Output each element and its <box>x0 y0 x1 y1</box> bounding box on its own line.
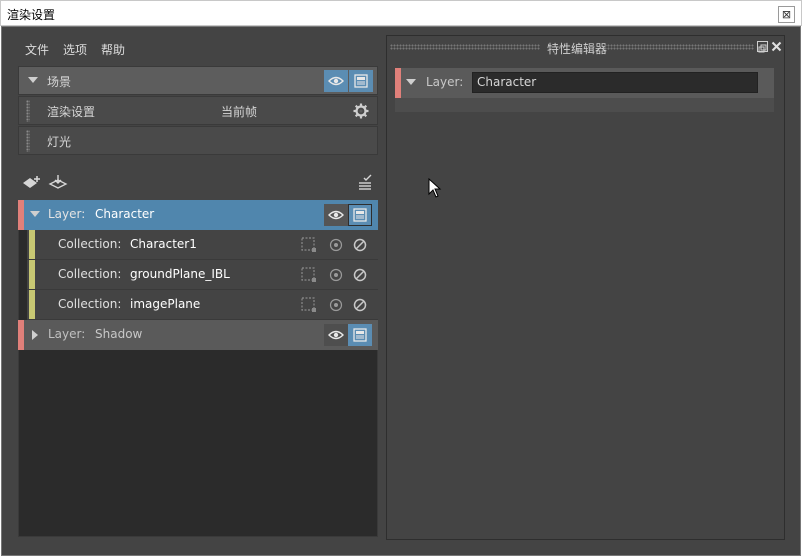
import-layer-button[interactable] <box>48 174 68 192</box>
layer-visibility-toggle[interactable] <box>324 204 348 226</box>
scene-label: 场景 <box>47 75 72 89</box>
scene-visibility-toggle[interactable] <box>324 70 348 92</box>
collection-isolate-toggle[interactable] <box>297 264 321 286</box>
collection-prefix: Collection: <box>58 237 122 251</box>
layer-renderable-toggle[interactable] <box>348 324 372 346</box>
attribute-editor-title: 特性编辑器 <box>543 40 612 57</box>
close-icon: ⊠ <box>781 8 792 21</box>
collection-enable-toggle[interactable] <box>324 294 348 316</box>
float-panel-button[interactable] <box>757 41 768 53</box>
clapper-icon <box>353 208 367 222</box>
collection-isolate-toggle[interactable] <box>297 294 321 316</box>
close-icon <box>771 41 782 52</box>
collection-row[interactable]: Collection: imagePlane <box>27 290 378 320</box>
chevron-down-icon[interactable] <box>28 77 38 83</box>
isolate-icon <box>301 237 316 252</box>
window-title: 渲染设置 <box>7 8 56 22</box>
lights-row[interactable]: 灯光 <box>18 126 378 155</box>
collection-disable-toggle[interactable] <box>348 234 372 256</box>
collection-row[interactable]: Collection: Character1 <box>27 230 378 260</box>
panel-grip-left[interactable] <box>390 44 540 50</box>
layer-renderable-toggle[interactable] <box>348 204 372 226</box>
lights-label: 灯光 <box>47 135 72 149</box>
chevron-down-icon[interactable] <box>406 79 416 85</box>
close-panel-button[interactable] <box>771 41 782 52</box>
import-icon <box>48 175 68 189</box>
cursor-icon <box>428 177 442 198</box>
collection-color-marker <box>29 230 35 259</box>
float-icon <box>758 44 767 53</box>
layer-visibility-toggle[interactable] <box>324 324 348 346</box>
layer-prefix: Layer: <box>48 327 86 341</box>
collection-isolate-toggle[interactable] <box>297 234 321 256</box>
layer-prefix: Layer: <box>48 207 86 221</box>
window-close-button[interactable]: ⊠ <box>778 6 795 23</box>
render-settings-value: 当前帧 <box>221 105 258 119</box>
collection-disable-toggle[interactable] <box>348 294 372 316</box>
menu-file[interactable]: 文件 <box>25 41 49 57</box>
clapper-icon <box>354 74 368 88</box>
drag-handle-icon[interactable] <box>26 100 30 122</box>
layer-color-marker <box>18 320 24 350</box>
collection-name: groundPlane_IBL <box>130 267 230 281</box>
collection-enable-toggle[interactable] <box>324 234 348 256</box>
collection-prefix: Collection: <box>58 297 122 311</box>
isolate-icon <box>301 267 316 282</box>
menu-help[interactable]: 帮助 <box>101 41 125 57</box>
menu-options[interactable]: 选项 <box>63 41 87 57</box>
create-layer-button[interactable] <box>22 174 42 192</box>
collection-color-marker <box>29 260 35 289</box>
attribute-row-divider <box>395 98 774 112</box>
collection-enable-toggle[interactable] <box>324 264 348 286</box>
layer-row-shadow[interactable]: Layer: Shadow <box>18 320 378 350</box>
collection-disable-toggle[interactable] <box>348 264 372 286</box>
render-settings-label: 渲染设置 <box>47 105 96 119</box>
collection-color-marker <box>29 290 35 319</box>
chevron-right-icon[interactable] <box>32 330 38 340</box>
chevron-down-icon[interactable] <box>30 211 40 217</box>
collection-prefix: Collection: <box>58 267 122 281</box>
scene-row[interactable]: 场景 <box>18 66 378 95</box>
target-icon <box>329 298 343 312</box>
isolate-icon <box>301 297 316 312</box>
eye-icon <box>328 76 344 86</box>
clapper-icon <box>353 328 367 342</box>
layer-color-marker <box>18 200 24 230</box>
eye-icon <box>328 330 344 340</box>
disable-icon <box>353 298 367 312</box>
mouse-cursor <box>428 177 442 198</box>
render-settings-gear-button[interactable] <box>349 100 373 122</box>
render-settings-row[interactable]: 渲染设置 当前帧 <box>18 96 378 125</box>
checklist-icon <box>359 174 372 190</box>
collection-name: Character1 <box>130 237 197 251</box>
batch-check-button[interactable] <box>356 174 374 192</box>
collection-name: imagePlane <box>130 297 201 311</box>
layer-row-character[interactable]: Layer: Character <box>18 200 378 230</box>
attribute-layer-prefix: Layer: <box>426 75 464 89</box>
scene-renderable-toggle[interactable] <box>349 70 373 92</box>
disable-icon <box>353 268 367 282</box>
target-icon <box>329 268 343 282</box>
disable-icon <box>353 238 367 252</box>
gear-icon <box>353 103 369 119</box>
collection-row[interactable]: Collection: groundPlane_IBL <box>27 260 378 290</box>
add-layer-icon <box>23 176 40 188</box>
menu-bar: 文件 选项 帮助 <box>25 41 125 57</box>
title-bar: 渲染设置 ⊠ <box>0 0 802 26</box>
target-icon <box>329 238 343 252</box>
panel-grip-right[interactable] <box>604 44 754 50</box>
layer-name: Character <box>95 207 155 221</box>
layer-name: Shadow <box>95 327 143 341</box>
layer-color-marker <box>395 68 401 98</box>
eye-icon <box>328 210 344 220</box>
layer-name-field[interactable]: Character <box>472 72 758 93</box>
drag-handle-icon[interactable] <box>26 130 30 152</box>
